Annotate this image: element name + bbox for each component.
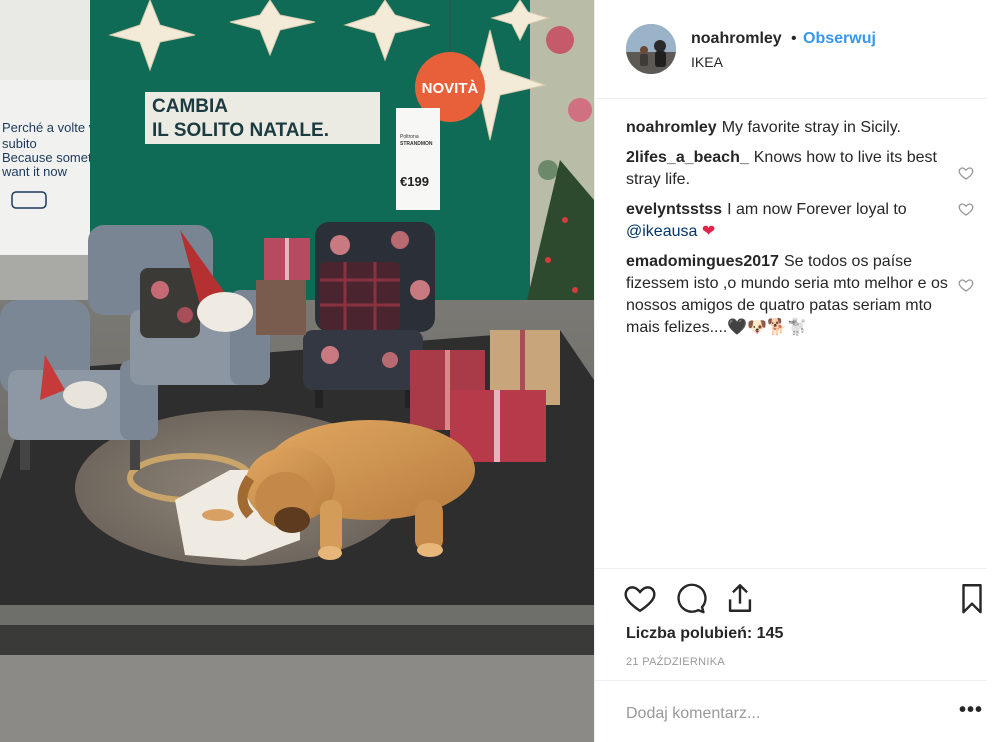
post-location[interactable]: IKEA	[691, 54, 723, 70]
comment-like-heart-icon[interactable]	[958, 165, 976, 183]
comment-input[interactable]	[626, 705, 926, 723]
avatar[interactable]	[626, 24, 676, 74]
more-options-icon[interactable]: •••	[959, 700, 983, 720]
post-date[interactable]: 21 PAŹDZIERNIKA	[626, 656, 725, 668]
follow-button[interactable]: Obserwuj	[803, 30, 876, 48]
mention-link[interactable]: @ikeausa	[626, 223, 697, 240]
comment-like-heart-icon[interactable]	[958, 201, 976, 219]
list-item: emadomingues2017 Se todos os paíse fizess…	[626, 251, 974, 339]
likes-count[interactable]: Liczba polubień: 145	[626, 625, 783, 643]
heart-icon[interactable]	[623, 581, 657, 615]
svg-text:Poltrona: Poltrona	[400, 134, 419, 140]
comment-username[interactable]: evelyntsstss	[626, 201, 722, 218]
list-item: evelyntsstss I am now Forever loyal to @i…	[626, 199, 974, 243]
bookmark-icon[interactable]	[955, 581, 989, 615]
comment-username[interactable]: emadomingues2017	[626, 253, 779, 270]
comment-username[interactable]: 2lifes_a_beach_	[626, 149, 749, 166]
svg-text:NOVITÀ: NOVITÀ	[422, 80, 479, 97]
red-heart-emoji: ❤	[701, 223, 716, 240]
caption-comment: noahromley My favorite stray in Sicily.	[626, 117, 956, 139]
price-tag	[396, 108, 440, 210]
svg-text:€199: €199	[400, 174, 429, 189]
svg-text:want it now: want it now	[1, 164, 68, 179]
svg-text:IL SOLITO NATALE.: IL SOLITO NATALE.	[152, 120, 329, 141]
separator-dot: •	[791, 30, 797, 47]
svg-text:STRANDMON: STRANDMON	[400, 141, 433, 147]
comment-like-heart-icon[interactable]	[958, 277, 976, 295]
comments-list: noahromley My favorite stray in Sicily. 2…	[626, 117, 974, 347]
post-side-panel: noahromley • Obserwuj IKEA noahromley My …	[594, 0, 1003, 742]
list-item: 2lifes_a_beach_ Knows how to live its bes…	[626, 147, 974, 191]
comment-username[interactable]: noahromley	[626, 119, 717, 136]
post-actions-bar	[595, 568, 987, 628]
svg-text:Because somet: Because somet	[2, 150, 92, 165]
share-icon[interactable]	[723, 581, 757, 615]
comment-text: My favorite stray in Sicily.	[721, 119, 901, 136]
comment-icon[interactable]	[673, 581, 707, 615]
post-header: noahromley • Obserwuj IKEA	[595, 0, 987, 99]
svg-text:subito: subito	[2, 136, 37, 151]
post-author-username[interactable]: noahromley	[691, 30, 782, 48]
svg-text:CAMBIA: CAMBIA	[152, 96, 228, 117]
comment-text: I am now Forever loyal to	[727, 201, 907, 218]
post-photo[interactable]: Perché a volte vi subito Because somet w…	[0, 0, 594, 742]
comment-box: •••	[595, 680, 987, 742]
svg-text:Perché a volte vi: Perché a volte vi	[2, 120, 98, 135]
